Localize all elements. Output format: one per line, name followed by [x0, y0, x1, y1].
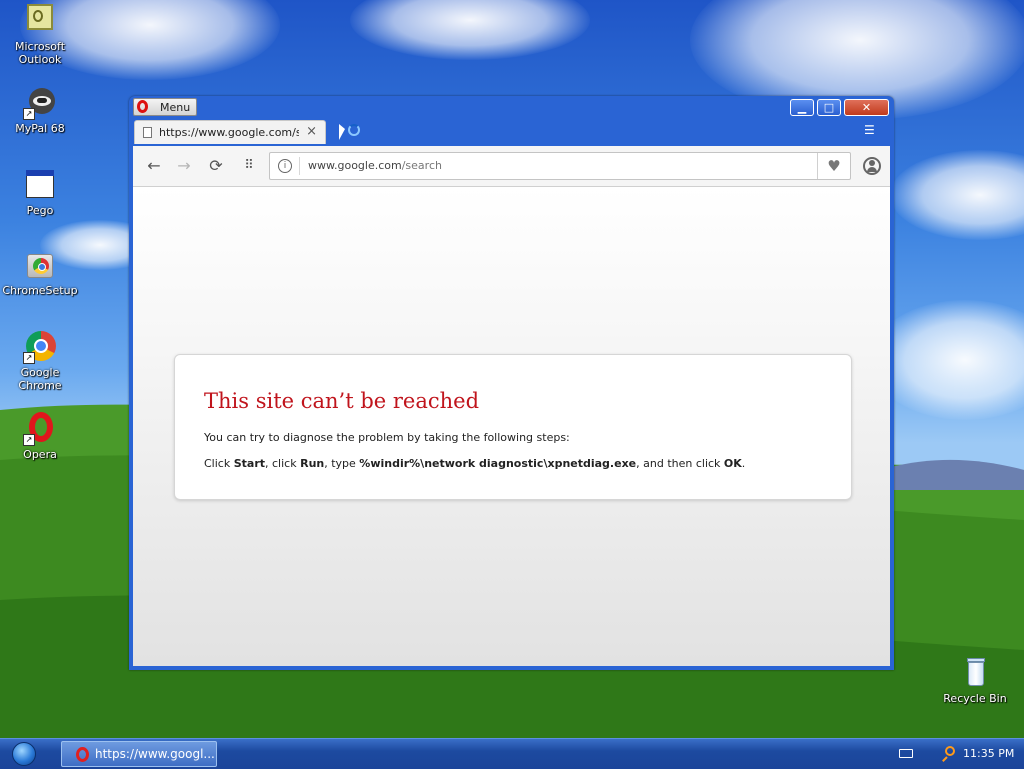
ok-keyword: OK: [723, 457, 742, 470]
desktop-icon-label: Opera: [23, 448, 57, 461]
desktop-icon-google-chrome[interactable]: ↗ Google Chrome: [2, 330, 78, 392]
shortcut-arrow-icon: ↗: [23, 434, 35, 446]
outlook-icon: [23, 4, 57, 38]
loading-spinner-icon: [348, 124, 360, 136]
error-title: This site can’t be reached: [204, 389, 480, 413]
mypal-icon: ↗: [23, 86, 57, 120]
browser-window: Menu ▁ □ ✕ https://www.google.com/search…: [129, 96, 894, 670]
close-tab-icon[interactable]: ×: [306, 124, 317, 139]
desktop-icon-pego[interactable]: Pego: [2, 168, 78, 217]
opera-menu-button[interactable]: Menu: [133, 98, 197, 116]
back-button[interactable]: ←: [142, 154, 166, 178]
navigation-toolbar: ← → ⟳ ⠿ i www.google.com/search ♥: [133, 146, 890, 187]
taskbar-item-label: https://www.googl...: [95, 747, 215, 761]
error-instruction: You can try to diagnose the problem by t…: [204, 431, 570, 444]
windows-logo-icon: [12, 742, 36, 766]
title-bar[interactable]: Menu ▁ □ ✕: [129, 96, 894, 118]
address-bar[interactable]: i www.google.com/search ♥: [269, 152, 851, 180]
speed-dial-grid-icon[interactable]: ⠿: [237, 154, 261, 178]
start-keyword: Start: [233, 457, 266, 470]
desktop-icon-label: Microsoft Outlook: [14, 40, 66, 66]
url-path: /search: [401, 159, 442, 172]
clock[interactable]: 11:35 PM: [963, 747, 1014, 760]
recycle-bin-icon: [958, 656, 992, 690]
desktop-icon-recycle-bin[interactable]: Recycle Bin: [937, 656, 1013, 705]
desktop-icon-mypal[interactable]: ↗ MyPal 68: [2, 86, 78, 135]
minimize-button[interactable]: ▁: [790, 99, 814, 116]
url-domain: www.google.com: [308, 159, 402, 172]
command-path: %windir%\network diagnostic\xpnetdiag.ex…: [359, 457, 637, 470]
search-icon[interactable]: [941, 746, 955, 762]
bookmark-heart-icon[interactable]: ♥: [817, 153, 850, 179]
address-url[interactable]: www.google.com/search: [308, 159, 442, 172]
reload-button[interactable]: ⟳: [204, 154, 228, 178]
error-steps: Click Start, click Run, type %windir%\ne…: [204, 457, 746, 470]
tab-google-search[interactable]: https://www.google.com/search ×: [134, 120, 326, 144]
desktop-icon-label: Pego: [26, 204, 54, 217]
start-button[interactable]: [4, 740, 44, 768]
desktop-icon-label: ChromeSetup: [2, 284, 78, 297]
opera-icon: [76, 747, 89, 762]
page-content: This site can’t be reached You can try t…: [133, 187, 890, 666]
run-keyword: Run: [300, 457, 325, 470]
chrome-setup-icon: [23, 248, 57, 282]
mouse-cursor-icon: [339, 124, 345, 140]
page-icon: [143, 127, 152, 138]
close-button[interactable]: ✕: [844, 99, 889, 116]
site-info-icon[interactable]: i: [278, 159, 292, 173]
system-tray: 11:35 PM: [893, 740, 1024, 768]
chrome-icon: ↗: [23, 330, 57, 364]
desktop-icon-outlook[interactable]: Microsoft Outlook: [2, 4, 78, 66]
opera-icon: ↗: [23, 412, 57, 446]
error-panel: This site can’t be reached You can try t…: [174, 354, 852, 500]
taskbar: https://www.googl... 11:35 PM: [0, 738, 1024, 769]
shortcut-arrow-icon: ↗: [23, 352, 35, 364]
opera-logo-icon: [137, 100, 148, 113]
desktop-icon-label: Google Chrome: [18, 366, 62, 392]
address-separator: [299, 157, 300, 175]
shortcut-arrow-icon: ↗: [23, 108, 35, 120]
desktop-icon-chromesetup[interactable]: ChromeSetup: [2, 248, 78, 297]
keyboard-icon[interactable]: [899, 749, 913, 758]
menu-label: Menu: [160, 101, 191, 114]
account-icon[interactable]: [860, 154, 884, 178]
maximize-button[interactable]: □: [817, 99, 841, 116]
taskbar-item-opera[interactable]: https://www.googl...: [61, 741, 217, 767]
cloud: [890, 150, 1024, 240]
tab-menu-icon[interactable]: ☰: [864, 124, 878, 136]
forward-button[interactable]: →: [172, 154, 196, 178]
cloud: [350, 0, 590, 60]
desktop-icon-opera[interactable]: ↗ Opera: [2, 412, 78, 461]
pego-icon: [23, 168, 57, 202]
tab-title: https://www.google.com/search: [159, 126, 299, 139]
desktop-icon-label: Recycle Bin: [943, 692, 1007, 705]
tab-bar: https://www.google.com/search × ☰: [133, 118, 890, 144]
desktop-icon-label: MyPal 68: [15, 122, 65, 135]
